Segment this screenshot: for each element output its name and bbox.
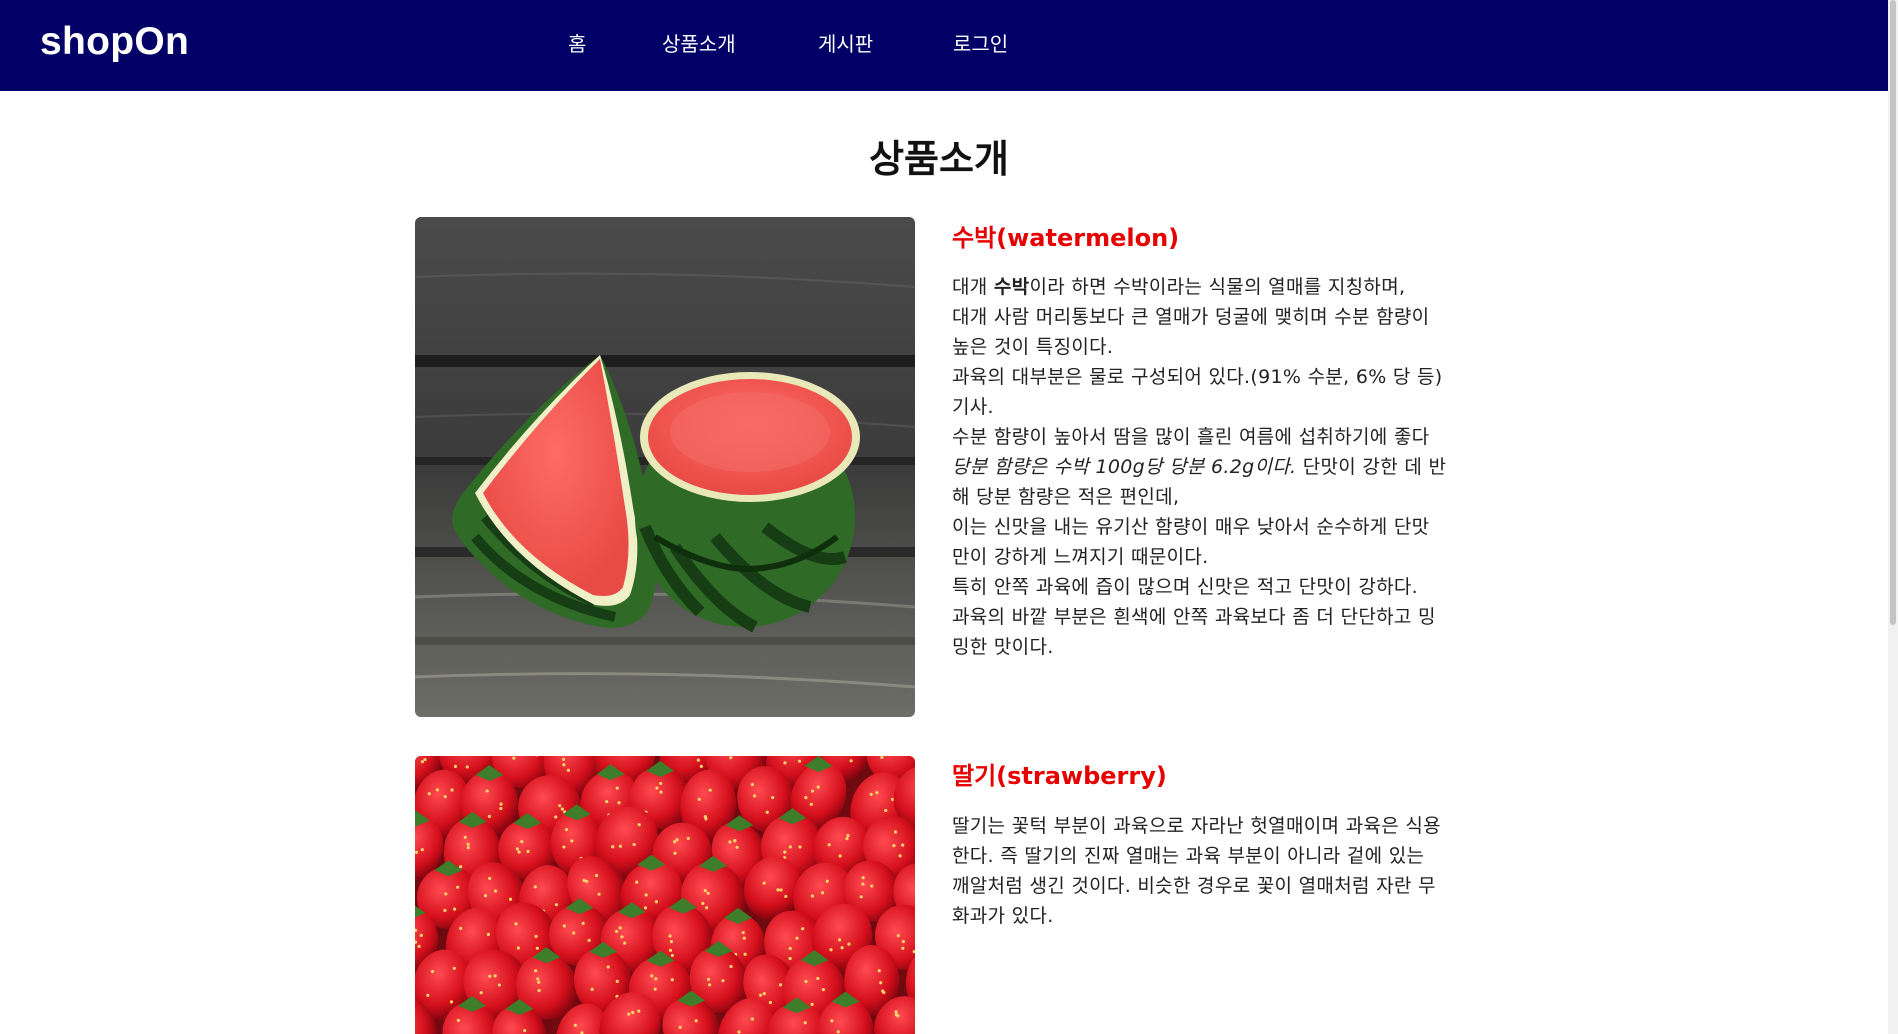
- product-desc-watermelon: 대개 수박이라 하면 수박이라는 식물의 열매를 지칭하며, 대개 사람 머리통…: [952, 272, 1512, 662]
- strawberry-image: [415, 756, 915, 1034]
- page-title: 상품소개: [869, 137, 1009, 181]
- page: shopOn 홈 상품소개 게시판 로그인 상품소개 수박(watermelon…: [0, 0, 1888, 1034]
- desc-text: 대개 사람 머리통보다 큰 열매가 덩굴에 맺히며 수분 함량이: [952, 306, 1430, 328]
- desc-text: 과육의 바깥 부분은 흰색에 안쪽 과육보다 좀 더 단단하고 밍: [952, 606, 1436, 628]
- nav-item-home[interactable]: 홈: [568, 28, 586, 57]
- desc-text: 높은 것이 특징이다.: [952, 336, 1114, 358]
- desc-text: 만이 강하게 느껴지기 때문이다.: [952, 546, 1209, 568]
- desc-text: 대개: [952, 276, 994, 298]
- desc-text: 이라 하면 수박이라는 식물의 열매를 지칭하며,: [1029, 276, 1406, 298]
- desc-text: 과육의 대부분은 물로 구성되어 있다.(91% 수분, 6% 당 등): [952, 366, 1443, 388]
- strawberry-photo: [415, 756, 915, 1034]
- desc-text: 화과가 있다.: [952, 905, 1054, 927]
- desc-text: 깨알처럼 생긴 것이다. 비슷한 경우로 꽃이 열매처럼 자란 무: [952, 875, 1436, 897]
- desc-text: 해 당분 함량은 적은 편인데,: [952, 486, 1180, 508]
- desc-text: 이는 신맛을 내는 유기산 함량이 매우 낮아서 순수하게 단맛: [952, 516, 1430, 538]
- product-desc-strawberry: 딸기는 꽃턱 부분이 과육으로 자라난 헛열매이며 과육은 식용 한다. 즉 딸…: [952, 811, 1512, 931]
- desc-text: 수분 함량이 높아서 땀을 많이 흘린 여름에 섭취하기에 좋다: [952, 426, 1430, 448]
- desc-text: 딸기는 꽃턱 부분이 과육으로 자라난 헛열매이며 과육은 식용: [952, 815, 1441, 837]
- watermelon-photo: [415, 217, 915, 717]
- desc-text: 특히 안쪽 과육에 즙이 많으며 신맛은 적고 단맛이 강하다.: [952, 576, 1418, 598]
- product-name-watermelon: 수박(watermelon): [952, 224, 1180, 252]
- desc-text: 단맛이 강한 데 반: [1296, 456, 1447, 478]
- nav-item-board[interactable]: 게시판: [818, 28, 873, 57]
- nav-item-login[interactable]: 로그인: [953, 28, 1008, 57]
- desc-bold-text: 수박: [993, 276, 1030, 298]
- desc-italic-text: 당분 함량은 수박 100g당 당분 6.2g이다.: [952, 456, 1297, 478]
- desc-text: 한다. 즉 딸기의 진짜 열매는 과육 부분이 아니라 겉에 있는: [952, 845, 1425, 867]
- product-name-strawberry: 딸기(strawberry): [952, 762, 1167, 790]
- scrollbar-thumb[interactable]: [1890, 0, 1896, 625]
- watermelon-image: [415, 217, 915, 717]
- top-navbar: shopOn 홈 상품소개 게시판 로그인: [0, 0, 1888, 91]
- desc-text: 밍한 맛이다.: [952, 636, 1054, 658]
- nav-item-products[interactable]: 상품소개: [662, 28, 736, 57]
- desc-text: 기사.: [952, 396, 994, 418]
- site-logo[interactable]: shopOn: [40, 20, 189, 64]
